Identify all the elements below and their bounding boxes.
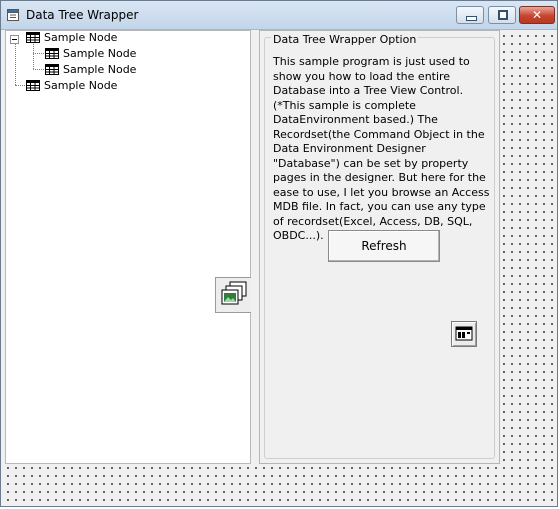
table-icon <box>45 48 59 59</box>
options-frame: Data Tree Wrapper Option This sample pro… <box>264 33 495 459</box>
app-icon <box>7 9 19 21</box>
tree-node-root[interactable]: Sample Node <box>26 30 117 46</box>
table-icon <box>45 64 59 75</box>
tree-node-child[interactable]: Sample Node <box>45 46 136 62</box>
table-icon <box>26 80 40 91</box>
main-window: Data Tree Wrapper ✕ Sample Node Sample N… <box>0 0 558 507</box>
table-icon <box>26 32 40 43</box>
tree-node-root[interactable]: Sample Node <box>26 78 117 94</box>
image-list-control-icon[interactable] <box>215 277 253 313</box>
tree-node-label: Sample Node <box>44 31 118 44</box>
tree-node-label: Sample Node <box>63 47 137 60</box>
tree-connector <box>15 85 25 86</box>
refresh-button[interactable]: Refresh <box>328 230 440 262</box>
title-bar[interactable]: Data Tree Wrapper ✕ <box>1 1 557 30</box>
data-environment-control-icon[interactable] <box>451 321 477 347</box>
tree-node-label: Sample Node <box>44 79 118 92</box>
frame-caption: Data Tree Wrapper Option <box>271 33 419 46</box>
tree-node-label: Sample Node <box>63 63 137 76</box>
tree-connector <box>33 69 44 70</box>
splitter[interactable] <box>251 30 257 464</box>
tree-connector <box>15 44 16 85</box>
collapse-toggle[interactable] <box>10 35 19 44</box>
tree-connector <box>33 53 44 54</box>
close-button[interactable]: ✕ <box>519 6 555 24</box>
options-panel: Data Tree Wrapper Option This sample pro… <box>259 30 500 464</box>
minimize-button[interactable] <box>456 6 484 24</box>
description-text: This sample program is just used to show… <box>273 55 490 242</box>
window-title: Data Tree Wrapper <box>26 8 139 22</box>
stacked-documents-icon <box>221 281 247 305</box>
data-control-icon <box>455 326 473 341</box>
tree-view[interactable]: Sample Node Sample Node Sample Node Samp… <box>5 30 253 464</box>
close-icon: ✕ <box>531 8 543 22</box>
tree-connector <box>33 44 34 69</box>
form-client-area: Sample Node Sample Node Sample Node Samp… <box>2 30 557 506</box>
maximize-button[interactable] <box>488 6 516 24</box>
tree-node-child[interactable]: Sample Node <box>45 62 136 78</box>
